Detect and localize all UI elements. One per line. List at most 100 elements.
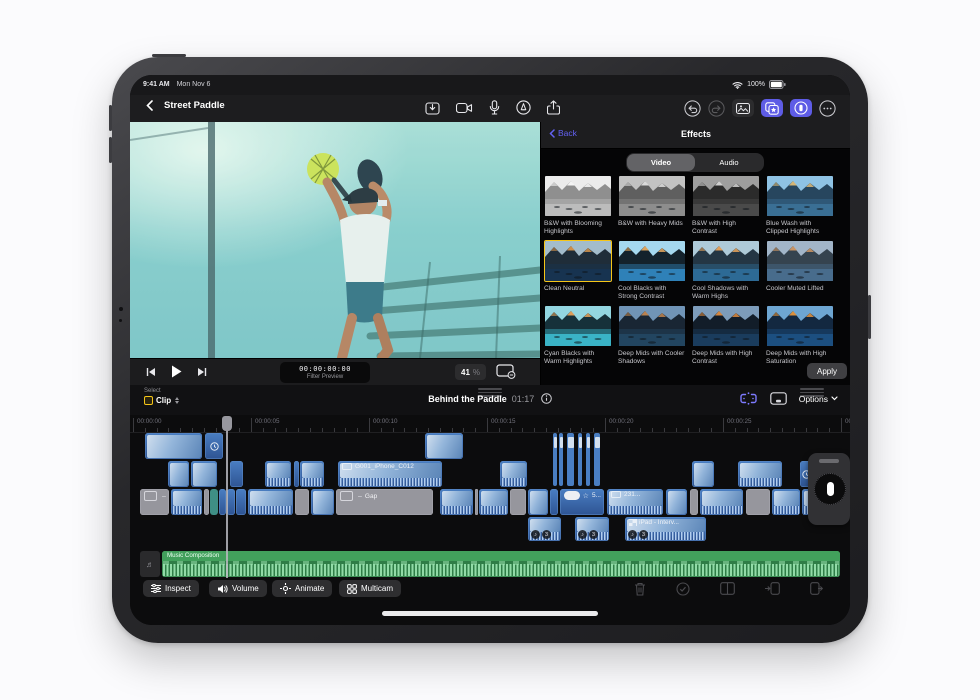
more-icon[interactable] [819, 100, 836, 117]
effect-cool-shadows-with-warm-highs[interactable]: Cool Shadows with Warm Highs [692, 240, 762, 301]
display-mode-icon[interactable] [496, 363, 516, 379]
timeline-clip[interactable] [294, 461, 299, 487]
effect-blue-wash-with-clipped-highlights[interactable]: Blue Wash with Clipped Highlights [766, 175, 836, 236]
timeline-clip[interactable] [227, 489, 235, 515]
jog-grip[interactable] [819, 459, 839, 463]
effect-deep-mids-with-high-contrast[interactable]: Deep Mids with High Contrast [692, 305, 762, 366]
music-clip[interactable]: Music Composition [162, 551, 840, 577]
apply-button[interactable]: Apply [807, 363, 847, 379]
timeline-clip[interactable] [265, 461, 291, 487]
zoom-level[interactable]: 41 % [455, 364, 486, 380]
effect-b-w-with-heavy-mids[interactable]: B&W with Heavy Mids [618, 175, 688, 228]
timeline-clip[interactable] [666, 489, 687, 515]
tab-audio[interactable]: Audio [695, 154, 763, 171]
effect-b-w-with-high-contrast[interactable]: B&W with High Contrast [692, 175, 762, 236]
animate-button[interactable]: Animate [272, 580, 332, 597]
timeline-clip-231-[interactable]: 231... [607, 489, 663, 515]
timeline-clip-gap[interactable]: –Gap [336, 489, 433, 515]
timecode-display[interactable]: 00:00:00:00 Filter Preview [280, 362, 370, 383]
audio-badge-icon: ♪ [578, 530, 587, 539]
music-track-icon[interactable]: ♬ [140, 551, 160, 577]
effect-b-w-with-blooming-highlights[interactable]: B&W with Blooming Highlights [544, 175, 614, 236]
draw-icon[interactable] [516, 100, 531, 115]
timeline-clip-sliver[interactable] [578, 433, 582, 486]
import-icon[interactable] [425, 100, 440, 115]
timeline-clip[interactable] [510, 489, 526, 515]
timeline-clip[interactable] [690, 489, 698, 515]
timeline-clip[interactable] [479, 489, 508, 515]
timeline-clip-5-[interactable]: ☆5... [560, 489, 604, 515]
timeline-clip[interactable] [191, 461, 217, 487]
timeline-clip[interactable] [204, 489, 209, 515]
timeline-clip[interactable] [295, 489, 309, 515]
timeline-clip[interactable] [475, 489, 478, 515]
timeline-clip[interactable] [230, 461, 243, 487]
timeline-clip-sliver[interactable] [586, 433, 590, 486]
effect-deep-mids-with-cooler-shadows[interactable]: Deep Mids with Cooler Shadows [618, 305, 688, 366]
home-indicator[interactable] [382, 611, 598, 616]
camera-icon[interactable] [456, 102, 473, 114]
timeline-clip[interactable] [219, 489, 226, 515]
video-preview[interactable] [130, 122, 540, 358]
play-button[interactable] [171, 365, 182, 378]
share-icon[interactable] [547, 100, 560, 115]
jog-wheel-icon[interactable] [790, 99, 812, 117]
timeline-clip[interactable] [500, 461, 527, 487]
effect-label: Deep Mids with Cooler Shadows [618, 350, 686, 366]
options-menu[interactable]: Options [799, 394, 838, 404]
inspect-button[interactable]: Inspect [143, 580, 199, 597]
timeline-clip[interactable] [772, 489, 800, 515]
timeline-clip[interactable] [528, 489, 548, 515]
timeline-clip[interactable] [171, 489, 202, 515]
effects-title: Effects [541, 129, 850, 139]
microphone-icon[interactable] [489, 100, 500, 115]
volume-button[interactable]: Volume [209, 580, 267, 597]
timeline-clip-sliver[interactable] [594, 433, 600, 486]
timeline-clip[interactable] [425, 433, 463, 459]
media-browser-icon[interactable] [732, 99, 754, 117]
preview-frame-illustration [130, 122, 540, 358]
tab-video[interactable]: Video [627, 154, 695, 171]
timeline-clip-sliver[interactable] [559, 433, 563, 486]
effect-deep-mids-with-high-saturation[interactable]: Deep Mids with High Saturation [766, 305, 836, 366]
timeline-clip[interactable]: ♪3 [575, 517, 609, 541]
timeline-clip[interactable] [236, 489, 246, 515]
timeline-clip-sliver[interactable] [567, 433, 574, 486]
skip-back-icon[interactable] [146, 367, 156, 377]
back-chevron-icon[interactable] [146, 100, 153, 111]
playhead-handle[interactable] [222, 416, 232, 431]
timeline-clip[interactable] [440, 489, 473, 515]
timeline-clip[interactable] [746, 489, 770, 515]
info-icon[interactable] [541, 393, 552, 404]
timeline-clip[interactable] [205, 433, 223, 459]
timeline-clip[interactable] [692, 461, 714, 487]
effects-icon[interactable] [761, 99, 783, 117]
timeline-clip-ipad-interv-[interactable]: iPad - Interv... ♪3 [625, 517, 706, 541]
effect-cool-blacks-with-strong-contrast[interactable]: Cool Blacks with Strong Contrast [618, 240, 688, 301]
timeline-clip[interactable] [300, 461, 324, 487]
magnetic-clips-icon[interactable] [739, 392, 758, 405]
timeline-clip[interactable] [738, 461, 782, 487]
clip-label: –Gap [340, 491, 430, 501]
effect-cooler-muted-lifted[interactable]: Cooler Muted Lifted [766, 240, 836, 293]
timeline-clip[interactable] [700, 489, 743, 515]
timeline-clip-g001-iphone-c012[interactable]: G001_iPhone_C012 [338, 461, 442, 487]
jog-wheel[interactable] [808, 453, 850, 525]
multicam-button[interactable]: Multicam [339, 580, 401, 597]
skip-forward-icon[interactable] [197, 367, 207, 377]
timeline-ruler[interactable]: 00:00:0000:00:0500:00:1000:00:1500:00:20… [130, 415, 850, 433]
timeline-clip[interactable] [210, 489, 218, 515]
timeline-clip[interactable] [168, 461, 189, 487]
timeline-clip[interactable] [311, 489, 334, 515]
timeline-clip-sliver[interactable] [553, 433, 557, 486]
timeline-clip[interactable] [248, 489, 293, 515]
picture-in-picture-icon[interactable] [770, 392, 787, 405]
effect-clean-neutral[interactable]: Clean Neutral [544, 240, 614, 293]
timeline-clip[interactable]: – [140, 489, 169, 515]
timeline-clip[interactable] [145, 433, 202, 459]
timeline-clip[interactable]: ♪3 [528, 517, 561, 541]
undo-icon[interactable] [684, 100, 701, 117]
jog-dial[interactable] [814, 473, 846, 505]
effect-cyan-blacks-with-warm-highlights[interactable]: Cyan Blacks with Warm Highlights [544, 305, 614, 366]
timeline-clip[interactable] [550, 489, 558, 515]
